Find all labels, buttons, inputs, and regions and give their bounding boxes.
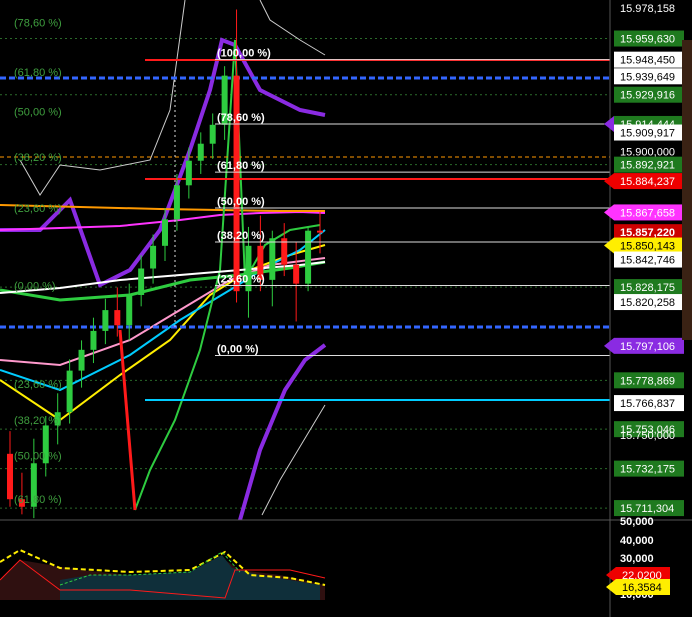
lower-scale-label: 30,000 bbox=[620, 553, 654, 565]
trading-chart[interactable]: (100,00 %) (78,60 %) (61,80 %) (50,00 %) (38… bbox=[0, 0, 692, 617]
price-tag-label: 15.828,175 bbox=[620, 282, 675, 294]
price-tag-label: 15.797,106 bbox=[620, 341, 675, 353]
price-tag-label: 15.909,917 bbox=[620, 128, 675, 140]
fib-left-label: (23,60 %) bbox=[14, 379, 62, 391]
candle-body[interactable] bbox=[102, 310, 109, 331]
price-tag-label: 15.711,304 bbox=[620, 503, 674, 515]
price-tag-label: 15.857,220 bbox=[620, 227, 675, 239]
candle-body[interactable] bbox=[126, 294, 133, 326]
candle-body[interactable] bbox=[317, 230, 323, 233]
candle-body[interactable] bbox=[90, 330, 97, 350]
fib-left-label: (50,00 %) bbox=[14, 107, 62, 119]
price-tag-label: 15.850,143 bbox=[620, 241, 675, 253]
fib-left-label: (23,60 %) bbox=[14, 203, 62, 215]
candle-body[interactable] bbox=[138, 268, 145, 295]
candle-body[interactable] bbox=[162, 219, 168, 246]
candle-body[interactable] bbox=[197, 143, 204, 161]
price-tag-label: 15.929,916 bbox=[620, 90, 675, 102]
candle-body[interactable] bbox=[269, 238, 276, 280]
candle-body[interactable] bbox=[78, 349, 85, 371]
fib-left-label: (61,80 %) bbox=[14, 67, 62, 79]
price-tag-label: 15.778,869 bbox=[620, 375, 675, 387]
lower-tag-label: 16,3584 bbox=[622, 582, 662, 594]
price-tag-label: 15.948,450 bbox=[620, 55, 675, 67]
candle-body[interactable] bbox=[233, 75, 240, 292]
price-tag-label: 15.867,658 bbox=[620, 207, 675, 219]
candle-body[interactable] bbox=[173, 185, 180, 220]
fib-left-label: (38,20 %) bbox=[14, 415, 62, 427]
price-tag-label: 15.959,630 bbox=[620, 34, 675, 46]
fib-right-label: (0,00 %) bbox=[217, 343, 259, 355]
price-tag-label: 15.884,237 bbox=[620, 176, 675, 188]
fib-right-label: (50,00 %) bbox=[217, 196, 265, 208]
fib-left-label: (50,00 %) bbox=[14, 451, 62, 463]
fib-left-label: (78,60 %) bbox=[14, 18, 62, 30]
candle-body[interactable] bbox=[305, 230, 312, 284]
candle-body[interactable] bbox=[7, 453, 13, 500]
fib-right-label: (23,60 %) bbox=[217, 274, 265, 286]
price-tag-label: 15.978,158 bbox=[620, 3, 675, 15]
price-tag-label: 15.750,000 bbox=[620, 430, 675, 442]
price-tag-label: 15.892,921 bbox=[620, 160, 675, 172]
price-scale[interactable]: 15.959,630 15.948,450 15.939,649 15.929,916… bbox=[604, 3, 684, 601]
fib-left-label: (38,20 %) bbox=[14, 152, 62, 164]
price-tag-label: 15.842,746 bbox=[620, 255, 675, 267]
candle-body[interactable] bbox=[150, 245, 157, 269]
fib-right-label: (38,20 %) bbox=[217, 230, 265, 242]
candle-body[interactable] bbox=[293, 264, 300, 284]
price-tag-label: 15.939,649 bbox=[620, 71, 675, 83]
fib-left-label: (61,80 %) bbox=[14, 494, 62, 506]
lower-scale-label: 40,000 bbox=[620, 535, 654, 547]
price-tag-label: 15.766,837 bbox=[620, 398, 675, 410]
chart-background bbox=[0, 0, 692, 617]
price-tag-label: 15.900,000 bbox=[620, 146, 675, 158]
candle-body[interactable] bbox=[66, 370, 73, 413]
candle-body[interactable] bbox=[185, 160, 192, 186]
chart-side-handle[interactable] bbox=[682, 40, 692, 340]
price-tag-label: 15.820,258 bbox=[620, 297, 675, 309]
fib-right-label: (61,80 %) bbox=[217, 160, 265, 172]
fib-left-label: (0,00 %) bbox=[14, 281, 56, 293]
fib-right-label: (100,00 %) bbox=[217, 48, 271, 60]
fib-right-label: (78,60 %) bbox=[217, 112, 265, 124]
lower-scale-label: 50,000 bbox=[620, 516, 654, 528]
candle-body[interactable] bbox=[114, 310, 121, 326]
price-tag-label: 15.732,175 bbox=[620, 464, 675, 476]
candle-body[interactable] bbox=[209, 124, 216, 144]
